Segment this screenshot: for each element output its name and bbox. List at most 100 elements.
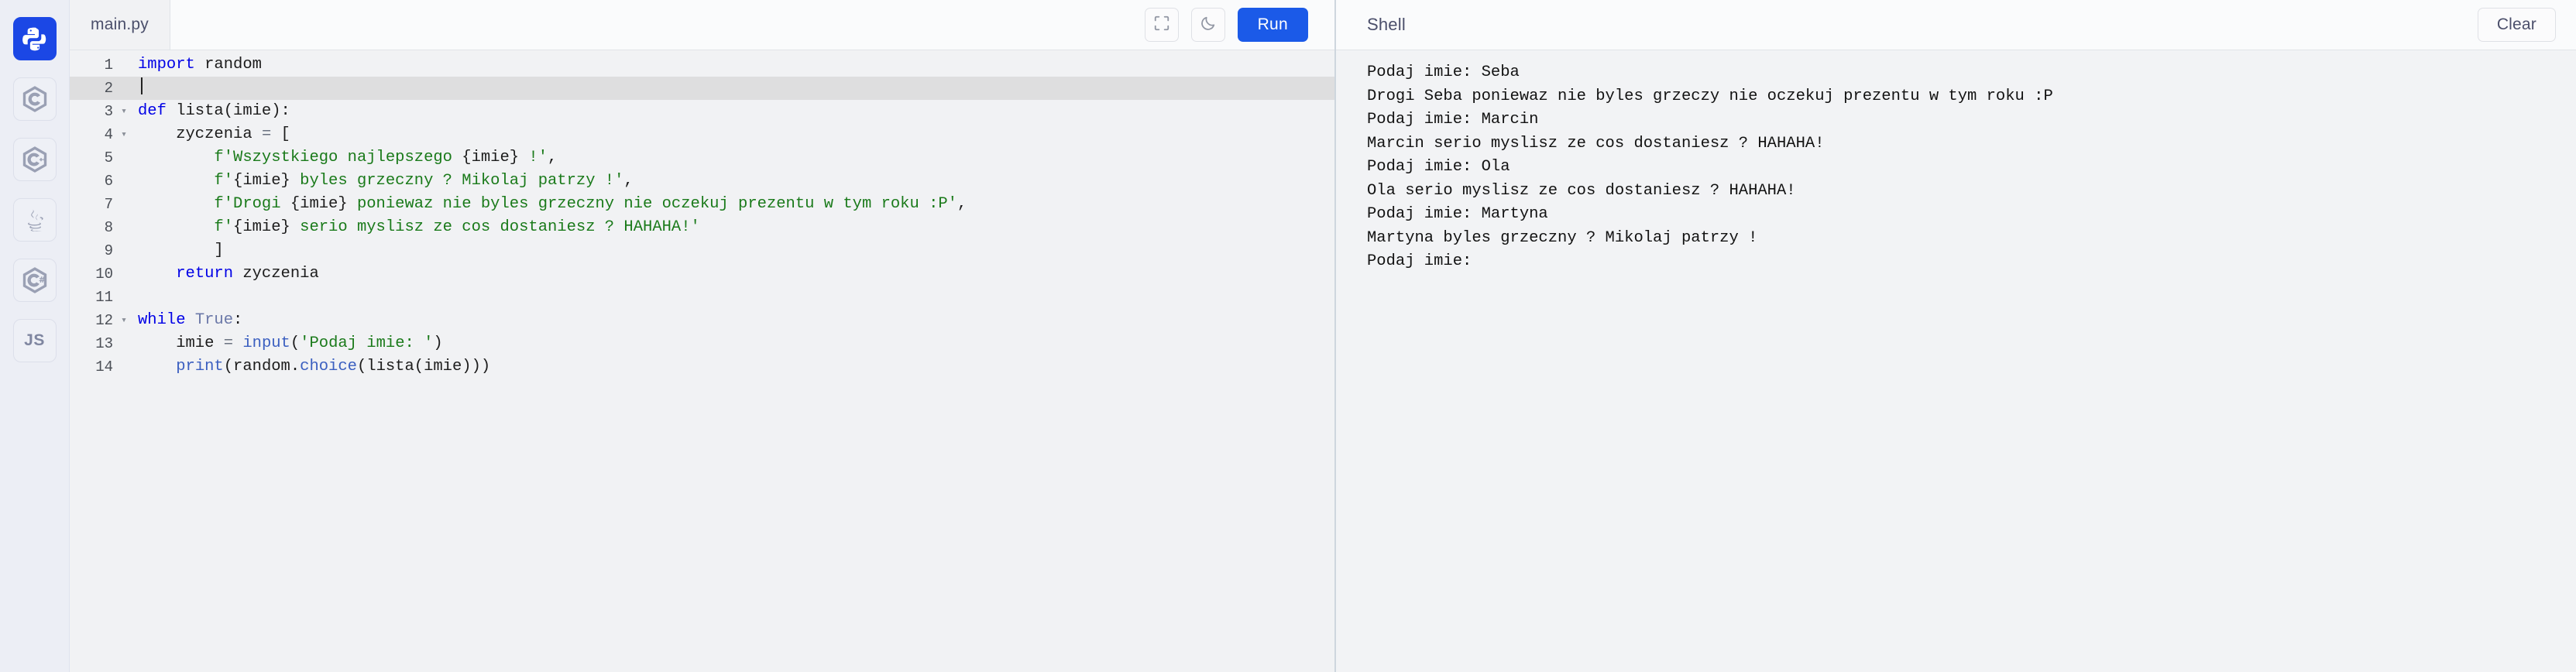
- code-line[interactable]: 11: [70, 286, 1334, 309]
- code-token: f'Wszystkiego najlepszego: [214, 149, 462, 166]
- code-text: f'{imie} byles grzeczny ? Mikolaj patrzy…: [138, 170, 1334, 193]
- cpp-hex-icon: [21, 146, 49, 173]
- line-number: 8: [104, 219, 113, 236]
- sidebar-item-python[interactable]: [12, 17, 57, 60]
- code-line[interactable]: 8 f'{imie} serio myslisz ze cos dostanie…: [70, 216, 1334, 239]
- fullscreen-icon: [1153, 15, 1170, 36]
- fold-toggle-icon[interactable]: ▾: [118, 309, 130, 332]
- code-text: def lista(imie):: [138, 100, 1334, 123]
- line-number: 10: [95, 266, 113, 283]
- code-token: f': [214, 218, 234, 236]
- shell-output-line: Podaj imie:: [1367, 252, 1472, 270]
- fullscreen-button[interactable]: [1144, 8, 1179, 42]
- code-token: !': [519, 149, 548, 166]
- clear-button[interactable]: Clear: [2477, 8, 2556, 42]
- code-line[interactable]: 1 import random: [70, 53, 1334, 77]
- code-token: poniewaz nie byles grzeczny nie oczekuj …: [347, 195, 957, 213]
- code-text: while True:: [138, 309, 1334, 332]
- code-token: (random.: [223, 358, 301, 375]
- sidebar-item-java[interactable]: [12, 198, 57, 242]
- code-line[interactable]: 14 print(random.choice(lista(imie))): [70, 355, 1334, 379]
- line-number: 14: [95, 358, 113, 375]
- code-token: =: [261, 125, 272, 143]
- shell-title: Shell: [1367, 15, 1406, 34]
- code-line[interactable]: 4 ▾ zyczenia = [: [70, 123, 1334, 146]
- dark-mode-button[interactable]: [1190, 8, 1225, 42]
- code-line[interactable]: 6 f'{imie} byles grzeczny ? Mikolaj patr…: [70, 170, 1334, 193]
- line-number: 1: [104, 57, 113, 74]
- code-token: input: [242, 334, 290, 352]
- shell-output-line: Podaj imie: Marcin: [1367, 111, 1539, 129]
- code-token: random: [194, 56, 262, 74]
- sidebar-item-csharp[interactable]: [12, 259, 57, 302]
- code-token: ]: [138, 242, 224, 259]
- code-line[interactable]: 10 return zyczenia: [70, 262, 1334, 286]
- shell-output[interactable]: Podaj imie: Seba Drogi Seba poniewaz nie …: [1336, 50, 2576, 672]
- code-token: {imie}: [462, 149, 520, 166]
- code-token: serio myslisz ze cos dostaniesz ? HAHAHA…: [290, 218, 700, 236]
- fold-toggle-icon[interactable]: ▾: [118, 123, 130, 146]
- editor-panel: main.py Run 1 import random 2 3 ▾ def li…: [70, 0, 1336, 672]
- line-number: 7: [104, 196, 113, 213]
- code-token: imie: [138, 334, 224, 352]
- shell-output-line: Marcin serio myslisz ze cos dostaniesz ?…: [1367, 134, 1825, 153]
- line-number: 4: [104, 126, 113, 143]
- sidebar-item-c[interactable]: [12, 77, 57, 121]
- code-token: zyczenia: [233, 265, 319, 283]
- code-line[interactable]: 7 f'Drogi {imie} poniewaz nie byles grze…: [70, 193, 1334, 216]
- run-button[interactable]: Run: [1237, 8, 1308, 42]
- shell-output-line: Martyna byles grzeczny ? Mikolaj patrzy …: [1367, 228, 1758, 247]
- python-icon: [22, 26, 48, 52]
- code-text: f'Wszystkiego najlepszego {imie} !',: [138, 146, 1334, 170]
- code-line[interactable]: 13 imie = input('Podaj imie: '): [70, 332, 1334, 355]
- shell-output-line: Ola serio myslisz ze cos dostaniesz ? HA…: [1367, 181, 1796, 200]
- line-number: 12: [95, 312, 113, 329]
- code-token: 'Podaj imie: ': [300, 334, 434, 352]
- shell-panel: Shell Clear Podaj imie: Seba Drogi Seba p…: [1336, 0, 2576, 672]
- code-token: ,: [548, 149, 558, 166]
- code-line[interactable]: 3 ▾ def lista(imie):: [70, 100, 1334, 123]
- language-sidebar: JS: [0, 0, 70, 672]
- shell-output-line: Podaj imie: Ola: [1367, 158, 1510, 176]
- file-tab-main-py[interactable]: main.py: [70, 0, 170, 50]
- file-tab-strip: main.py: [70, 0, 170, 50]
- code-text: ]: [138, 239, 1334, 262]
- fold-toggle-icon[interactable]: ▾: [118, 100, 130, 123]
- code-line[interactable]: 2: [70, 77, 1334, 100]
- code-token: =: [223, 334, 234, 352]
- code-token: [: [271, 125, 290, 143]
- code-token: (: [290, 334, 301, 352]
- code-token: byles grzeczny ? Mikolaj patrzy !': [290, 172, 624, 190]
- line-number: 5: [104, 149, 113, 166]
- code-token: ,: [623, 172, 634, 190]
- code-token: :: [233, 311, 243, 329]
- code-editor[interactable]: 1 import random 2 3 ▾ def lista(imie): 4 ▾ zycz…: [70, 50, 1334, 672]
- shell-toolbar: Shell Clear: [1336, 0, 2576, 50]
- sidebar-item-cpp[interactable]: [12, 138, 57, 181]
- code-text: imie = input('Podaj imie: '): [138, 332, 1334, 355]
- code-token: def: [138, 102, 167, 120]
- line-number: 11: [95, 289, 113, 306]
- code-line[interactable]: 9 ]: [70, 239, 1334, 262]
- code-line[interactable]: 5 f'Wszystkiego najlepszego {imie} !',: [70, 146, 1334, 170]
- code-line[interactable]: 12 ▾ while True:: [70, 309, 1334, 332]
- code-token: f'Drogi: [214, 195, 290, 213]
- code-token: f': [214, 172, 234, 190]
- code-text: import random: [138, 53, 1334, 77]
- toolbar-spacer: [170, 0, 1145, 50]
- csharp-hex-icon: [21, 266, 49, 294]
- code-token: while: [138, 311, 186, 329]
- editor-toolbar: main.py Run: [70, 0, 1334, 50]
- sidebar-item-js[interactable]: JS: [12, 319, 57, 362]
- shell-output-line: Podaj imie: Martyna: [1367, 205, 1548, 223]
- code-token: {imie}: [233, 172, 290, 190]
- code-token: (lista(imie))): [356, 358, 491, 375]
- code-token: lista(imie):: [166, 102, 290, 120]
- code-token: {imie}: [233, 218, 290, 236]
